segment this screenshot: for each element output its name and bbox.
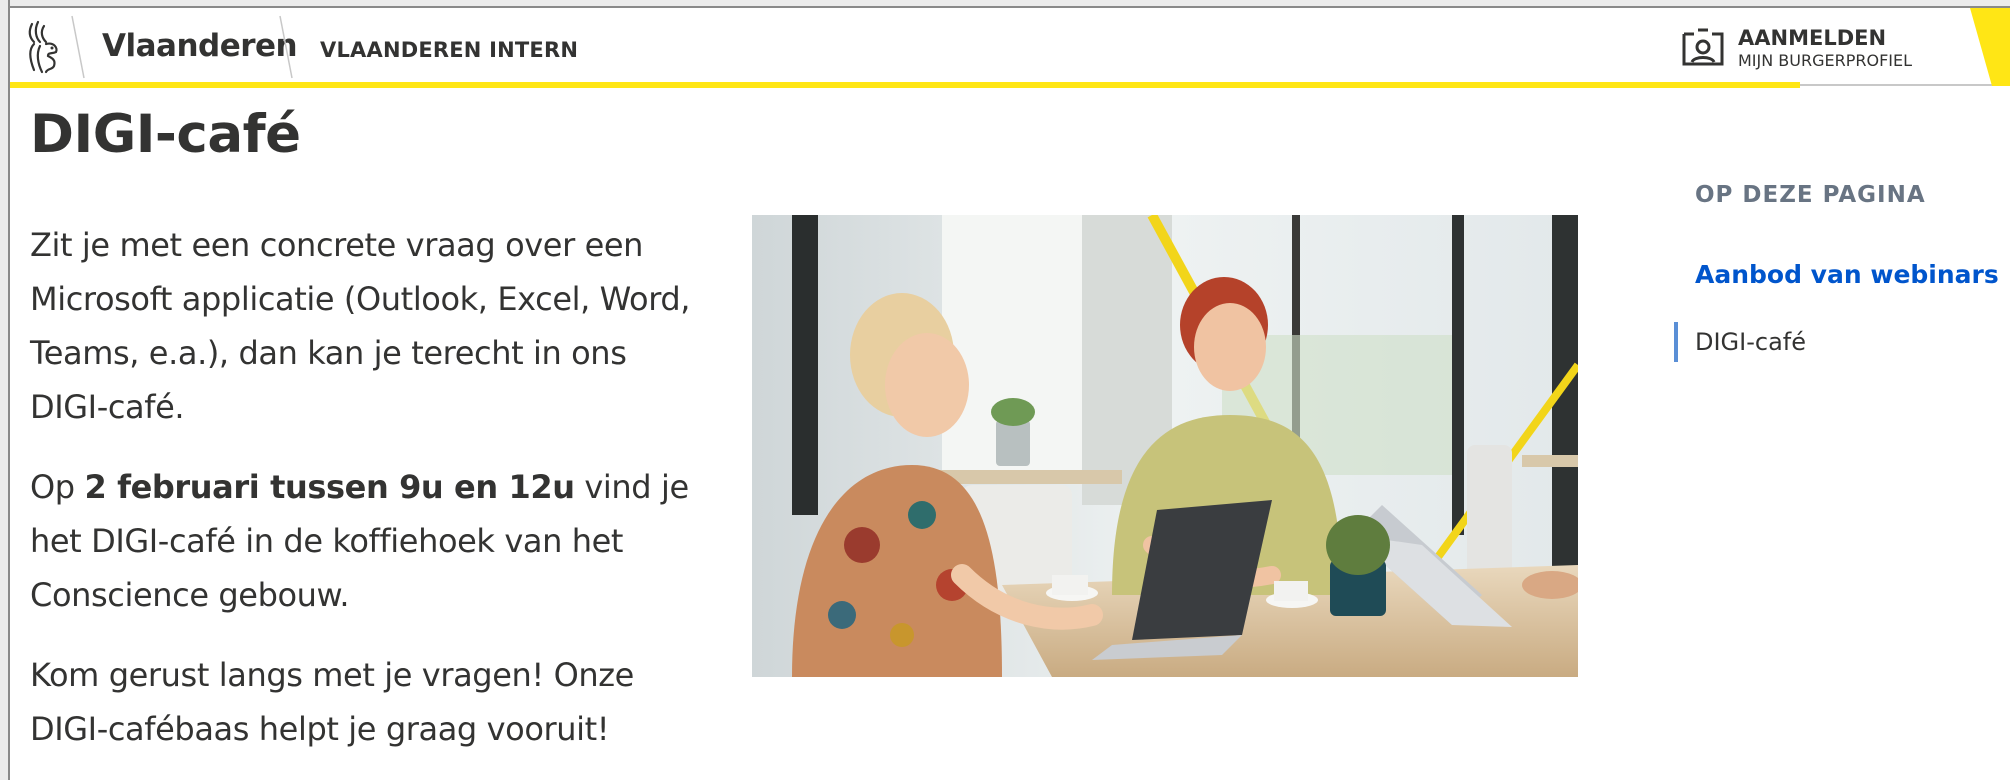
toc-active-marker bbox=[1674, 322, 1678, 362]
window-frame-top bbox=[0, 0, 2010, 8]
header-separator bbox=[279, 15, 293, 79]
login-link[interactable]: AANMELDEN bbox=[1738, 26, 1886, 50]
toc-title: OP DEZE PAGINA bbox=[1695, 182, 1926, 208]
toc-item-webinars[interactable]: Aanbod van webinars bbox=[1695, 260, 1999, 289]
article-body: Zit je met een concrete vraag over een M… bbox=[30, 218, 710, 780]
header-separator bbox=[71, 15, 85, 79]
header-accent-bar bbox=[10, 82, 1800, 88]
closing-paragraph: Kom gerust langs met je vragen! Onze DIG… bbox=[30, 656, 634, 748]
date-highlight: 2 februari tussen 9u en 12u bbox=[84, 468, 575, 506]
digi-cafe-photo bbox=[752, 215, 1578, 677]
brand-name[interactable]: Vlaanderen bbox=[102, 28, 298, 64]
date-paragraph: Op 2 februari tussen 9u en 12u vind je h… bbox=[30, 460, 710, 622]
date-prefix: Op bbox=[30, 468, 85, 506]
header-accent-corner bbox=[1970, 8, 2010, 86]
profile-card-icon[interactable] bbox=[1680, 26, 1726, 68]
toc-item-digi-cafe[interactable]: DIGI-café bbox=[1695, 328, 1806, 356]
section-name[interactable]: VLAANDEREN INTERN bbox=[320, 38, 578, 62]
window-frame-left bbox=[0, 0, 10, 780]
login-subtitle[interactable]: MIJN BURGERPROFIEL bbox=[1738, 51, 1912, 70]
page-title: DIGI-café bbox=[30, 104, 301, 165]
flemish-lion-icon[interactable] bbox=[24, 20, 64, 76]
intro-paragraph: Zit je met een concrete vraag over een M… bbox=[30, 226, 691, 426]
